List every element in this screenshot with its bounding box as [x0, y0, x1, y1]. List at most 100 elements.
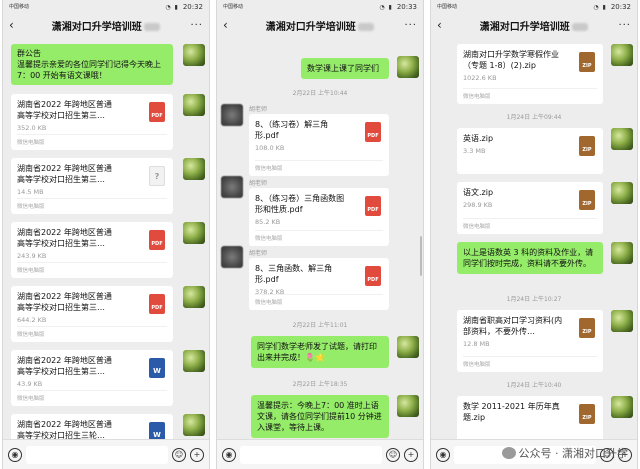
file-name: 8、（练习卷）三角函数图形和性质.pdf	[255, 194, 345, 214]
avatar[interactable]	[183, 350, 205, 372]
file-message[interactable]: 8、（练习卷）解三角形.pdf 108.0 KB PDF 微信电脑版	[249, 114, 389, 176]
back-arrow-icon[interactable]: ‹	[437, 18, 449, 32]
file-source: 微信电脑版	[463, 218, 597, 230]
avatar[interactable]	[183, 44, 205, 66]
file-message[interactable]: 英语.zip 3.3 MB ZIP	[457, 128, 603, 174]
zip-icon: ZIP	[579, 404, 595, 424]
file-message[interactable]: 数学 2011-2021 年历年真题.zip ZIP	[457, 396, 603, 439]
zip-icon: ZIP	[579, 52, 595, 72]
avatar[interactable]	[183, 414, 205, 436]
file-message[interactable]: 湖南省2022 年跨地区普通高等学校对口招生第三… 14.5 MB ? 微信电脑…	[11, 158, 173, 214]
file-name: 湖南省职高对口学习资料(内部资料，不要外传…	[463, 316, 563, 336]
timestamp: 1月24日 上午09:44	[506, 114, 562, 121]
avatar[interactable]	[611, 242, 633, 264]
file-name: 语文.zip	[463, 188, 494, 197]
file-message[interactable]: 湖南省职高对口学习资料(内部资料，不要外传… 12.8 MB ZIP 微信电脑版	[457, 310, 603, 372]
file-name: 湖南省2022 年跨地区普通高等学校对口招生三轮…	[17, 420, 112, 439]
emoji-icon[interactable]: ☺	[172, 447, 186, 462]
avatar[interactable]	[397, 336, 419, 358]
plus-icon[interactable]: +	[404, 447, 418, 462]
chat-area[interactable]: 数学课上课了同学们 2月22日 上午10:44 胡老师 8、（练习卷）解三角形.…	[217, 36, 423, 439]
voice-icon[interactable]: ◉	[436, 447, 450, 462]
teacher-avatar[interactable]	[221, 246, 243, 268]
file-source: 微信电脑版	[463, 356, 597, 368]
more-icon[interactable]: ···	[404, 20, 417, 31]
sender-name: 胡老师	[249, 106, 268, 113]
avatar[interactable]	[397, 56, 419, 78]
input-bar: ◉ ☺ +	[3, 439, 209, 469]
status-icons: ◔ ▮	[379, 3, 393, 11]
carrier-label: 中国移动	[9, 4, 30, 10]
emoji-icon[interactable]: ☺	[386, 447, 400, 462]
text-message[interactable]: 温馨提示：今晚上7：00 准时上语文课，请各位同学们提前10 分钟进入课堂，等待…	[251, 395, 389, 438]
file-source: 微信电脑版	[17, 326, 167, 338]
more-icon[interactable]: ···	[618, 20, 631, 31]
timestamp: 2月22日 上午10:44	[292, 90, 348, 97]
zip-icon: ZIP	[579, 136, 595, 156]
file-message[interactable]: 8、三角函数、解三角形.pdf 378.2 KB PDF 微信电脑版	[249, 258, 389, 310]
more-icon[interactable]: ···	[190, 20, 203, 31]
chat-header: ‹ 潇湘对口升学培训班 ···	[3, 14, 209, 36]
avatar[interactable]	[397, 395, 419, 417]
teacher-avatar[interactable]	[221, 176, 243, 198]
avatar[interactable]	[183, 286, 205, 308]
back-arrow-icon[interactable]: ‹	[9, 18, 21, 32]
file-source: 微信电脑版	[255, 160, 383, 172]
chat-area[interactable]: 群公告 温馨提示亲爱的各位同学们记得今天晚上7：00 开始有语文课哦！ 湖南省2…	[3, 36, 209, 439]
phone-screen-1: 中国移动 ◔ ▮ 20:32 ‹ 潇湘对口升学培训班 ··· 群公告 温馨提示亲…	[2, 0, 210, 469]
file-message[interactable]: 湖南省2022 年跨地区普通高等学校对口招生第三… 43.9 KB W 微信电脑…	[11, 350, 173, 406]
avatar[interactable]	[611, 310, 633, 332]
voice-icon[interactable]: ◉	[8, 447, 22, 462]
teacher-avatar[interactable]	[221, 104, 243, 126]
file-source: 微信电脑版	[17, 198, 167, 210]
file-name: 湖南省2022 年跨地区普通高等学校对口招生第三…	[17, 228, 112, 248]
file-message[interactable]: 湖南省2022 年跨地区普通高等学校对口招生第三… 352.0 KB PDF 微…	[11, 94, 173, 150]
voice-icon[interactable]: ◉	[222, 447, 236, 462]
text-message[interactable]: 数学课上课了同学们	[301, 58, 389, 79]
phone-screen-3: 中国移动 ◔ ▮ 20:32 ‹ 潇湘对口升学培训班 ··· 湖南对口升学数学寒…	[430, 0, 638, 469]
status-icons: ◔ ▮	[593, 3, 607, 11]
avatar[interactable]	[611, 44, 633, 66]
avatar[interactable]	[183, 94, 205, 116]
chat-area[interactable]: 湖南对口升学数学寒假作业（专题 1-8）(2).zip 1022.6 KB ZI…	[431, 36, 637, 439]
file-message[interactable]: 湖南省2022 年跨地区普通高等学校对口招生第三… 243.9 KB PDF 微…	[11, 222, 173, 278]
avatar[interactable]	[183, 222, 205, 244]
file-message[interactable]: 湖南对口升学数学寒假作业（专题 1-8）(2).zip 1022.6 KB ZI…	[457, 44, 603, 104]
avatar[interactable]	[183, 158, 205, 180]
scrollbar[interactable]	[420, 236, 422, 276]
zip-icon: ZIP	[579, 318, 595, 338]
text-message[interactable]: 以上是语数英 3 科的资料及作业，请同学们按时完成，资料请不要外传。	[457, 242, 603, 274]
message-input[interactable]	[26, 445, 168, 464]
pdf-icon: PDF	[365, 196, 381, 216]
message-input[interactable]	[240, 445, 382, 464]
file-message[interactable]: 湖南省2022 年跨地区普通高等学校对口招生第三… 644.2 KB PDF 微…	[11, 286, 173, 342]
announcement-bubble[interactable]: 群公告 温馨提示亲爱的各位同学们记得今天晚上7：00 开始有语文课哦！	[11, 44, 173, 85]
avatar[interactable]	[611, 182, 633, 204]
file-size: 14.5 MB	[17, 188, 44, 196]
status-time: 20:32	[610, 3, 631, 11]
chat-header: ‹ 潇湘对口升学培训班 ···	[431, 14, 637, 36]
text-message[interactable]: 同学们数学老师发了试题，请打印出来并完成！🌷🌟	[251, 336, 389, 368]
back-arrow-icon[interactable]: ‹	[223, 18, 235, 32]
chat-header: ‹ 潇湘对口升学培训班 ···	[217, 14, 423, 36]
file-message[interactable]: 湖南省2022 年跨地区普通高等学校对口招生三轮… W	[11, 414, 173, 439]
word-icon: W	[149, 422, 165, 439]
zip-icon: ZIP	[579, 190, 595, 210]
status-icons: ◔ ▮	[165, 3, 179, 11]
watermark-text: 公众号 · 潇湘对口升学	[518, 447, 629, 460]
file-message[interactable]: 语文.zip 298.9 KB ZIP 微信电脑版	[457, 182, 603, 234]
avatar[interactable]	[611, 128, 633, 150]
status-bar: 中国移动 ◔ ▮ 20:33	[217, 0, 423, 14]
timestamp: 1月24日 上午10:40	[506, 382, 562, 389]
sender-name: 胡老师	[249, 180, 268, 187]
carrier-label: 中国移动	[223, 4, 244, 10]
file-size: 3.3 MB	[463, 147, 486, 155]
announcement-text: 温馨提示亲爱的各位同学们记得今天晚上7：00 开始有语文课哦！	[17, 60, 161, 80]
file-name: 数学 2011-2021 年历年真题.zip	[463, 402, 560, 422]
plus-icon[interactable]: +	[190, 447, 204, 462]
file-name: 湖南省2022 年跨地区普通高等学校对口招生第三…	[17, 292, 112, 312]
file-source: 微信电脑版	[463, 88, 597, 100]
file-message[interactable]: 8、（练习卷）三角函数图形和性质.pdf 85.2 KB PDF 微信电脑版	[249, 188, 389, 246]
avatar[interactable]	[611, 396, 633, 418]
file-size: 644.2 KB	[17, 316, 47, 324]
